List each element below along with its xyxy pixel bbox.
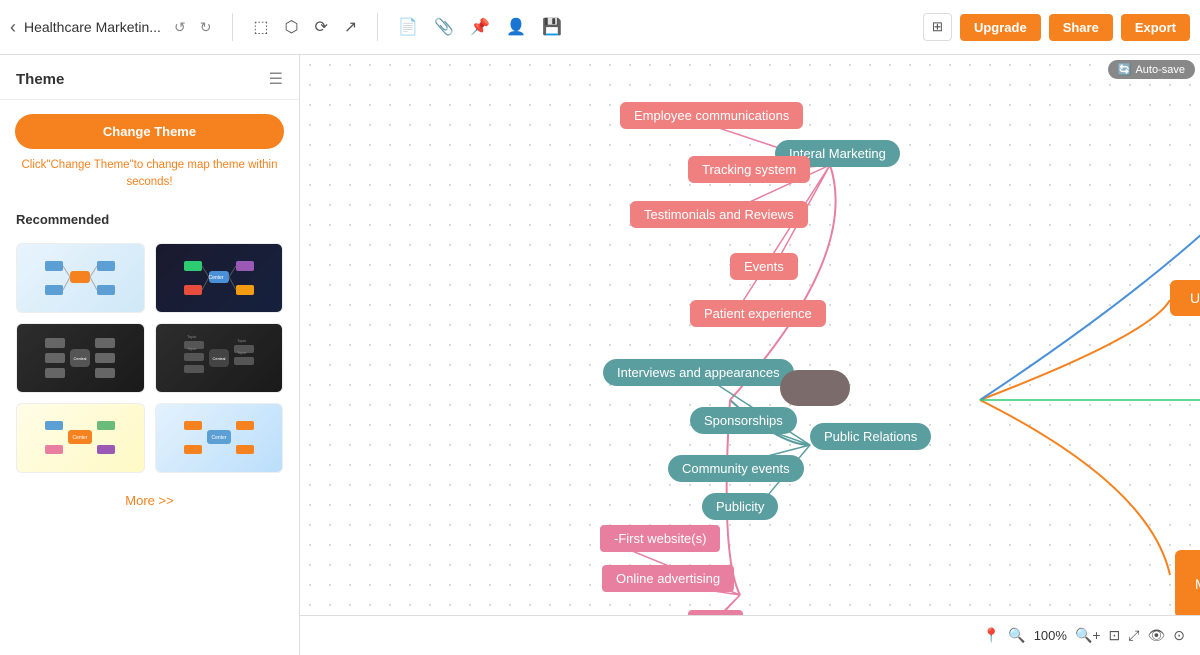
toolbar: ⬚ ⬡ ⟳ ↗ 📄 📎 📌 👤 💾 xyxy=(249,13,566,41)
interviews-node[interactable]: Interviews and appearances xyxy=(603,359,794,386)
export-button[interactable]: Export xyxy=(1121,14,1190,41)
save-tool[interactable]: 💾 xyxy=(538,13,566,41)
back-button[interactable]: ‹ xyxy=(10,17,16,38)
hint-rest: to change map theme within seconds! xyxy=(126,159,277,188)
svg-text:Center: Center xyxy=(73,435,88,441)
sidebar-title: Theme xyxy=(16,71,64,88)
theme-card-6[interactable]: Center xyxy=(155,403,284,473)
header-left: ‹ Healthcare Marketin... ↺ ↻ ⬚ ⬡ ⟳ ↗ 📄 📎… xyxy=(10,13,566,41)
fit-button[interactable]: ⊡ xyxy=(1109,627,1121,644)
public-relations-node[interactable]: Public Relations xyxy=(810,423,931,450)
connect-tool[interactable]: ⬡ xyxy=(281,13,303,41)
zoom-level: 100% xyxy=(1034,628,1067,643)
svg-text:Topic: Topic xyxy=(187,346,196,351)
zoom-out-button[interactable]: 🔍 xyxy=(1008,627,1025,644)
other-button[interactable]: ⊙ xyxy=(1173,627,1185,644)
undo-button[interactable]: ↺ xyxy=(169,17,191,38)
tracking-system-node[interactable]: Tracking system xyxy=(688,156,810,183)
header-right: ⊞ Upgrade Share Export xyxy=(923,13,1190,41)
fullscreen-button[interactable]: ⤢ xyxy=(1128,627,1139,644)
svg-text:Topic: Topic xyxy=(237,338,246,343)
sidebar-header: Theme ☰ xyxy=(0,55,299,100)
svg-text:Center: Center xyxy=(208,275,223,281)
online-adv-node[interactable]: Online advertising xyxy=(602,565,734,592)
center-node[interactable] xyxy=(780,370,850,406)
divider2 xyxy=(377,13,378,41)
upgrade-button[interactable]: Upgrade xyxy=(960,14,1041,41)
header: ‹ Healthcare Marketin... ↺ ↻ ⬚ ⬡ ⟳ ↗ 📄 📎… xyxy=(0,0,1200,55)
svg-text:Central: Central xyxy=(212,356,225,361)
theme-grid: Center Central Central xyxy=(0,235,299,481)
hint-text: Click xyxy=(22,159,47,171)
more-link[interactable]: More >> xyxy=(0,481,299,520)
people-tool[interactable]: 👤 xyxy=(502,13,530,41)
patient-exp-node[interactable]: Patient experience xyxy=(690,300,826,327)
divider xyxy=(232,13,233,41)
sponsorships-node[interactable]: Sponsorships xyxy=(690,407,797,434)
website-node[interactable]: -First website(s) xyxy=(600,525,720,552)
connections-svg xyxy=(300,55,1200,655)
change-theme-button[interactable]: Change Theme xyxy=(15,114,284,149)
theme-card-2[interactable]: Center xyxy=(155,243,284,313)
unique-brand-node[interactable]: Unique Brand xyxy=(1170,280,1200,316)
theme-card-3[interactable]: Central xyxy=(16,323,145,393)
employee-comms-node[interactable]: Employee communications xyxy=(620,102,803,129)
eye-button[interactable]: 👁 xyxy=(1147,627,1165,644)
svg-text:Topic: Topic xyxy=(237,350,246,355)
autosave-icon: 🔄 xyxy=(1118,63,1132,76)
autosave-label: Auto-save xyxy=(1135,64,1185,76)
zoom-pin-button[interactable]: 📍 xyxy=(983,627,1000,644)
bottom-bar: 📍 🔍 100% 🔍+ ⊡ ⤢ 👁 ⊙ xyxy=(300,615,1200,655)
events-node[interactable]: Events xyxy=(730,253,798,280)
arrow-tool[interactable]: ↗ xyxy=(340,13,361,41)
grid-button[interactable]: ⊞ xyxy=(923,13,952,41)
theme-card-5[interactable]: Center xyxy=(16,403,145,473)
svg-text:Center: Center xyxy=(211,435,226,441)
document-title: Healthcare Marketin... xyxy=(24,19,161,35)
autosave-badge: 🔄 Auto-save xyxy=(1108,60,1195,79)
text-tool[interactable]: 📄 xyxy=(394,13,422,41)
community-events-node[interactable]: Community events xyxy=(668,455,804,482)
testimonials-node[interactable]: Testimonials and Reviews xyxy=(630,201,808,228)
pin-tool[interactable]: 📌 xyxy=(466,13,494,41)
hint-link[interactable]: "Change Theme" xyxy=(46,159,133,171)
stratege-node[interactable]: StrategeMarketing Plan xyxy=(1175,550,1200,618)
redo-button[interactable]: ↻ xyxy=(195,17,217,38)
svg-text:Topic: Topic xyxy=(187,334,196,339)
theme-hint: Click"Change Theme"to change map theme w… xyxy=(0,157,299,204)
sidebar-collapse-button[interactable]: ☰ xyxy=(269,69,283,89)
recommended-label: Recommended xyxy=(0,204,299,235)
nav-arrows: ↺ ↻ xyxy=(169,17,216,38)
share-button[interactable]: Share xyxy=(1049,14,1113,41)
zoom-in-button[interactable]: 🔍+ xyxy=(1075,627,1101,644)
shape-tool[interactable]: ⟳ xyxy=(311,13,332,41)
canvas[interactable]: Interal Marketing Employee communication… xyxy=(300,55,1200,655)
publicity-node[interactable]: Publicity xyxy=(702,493,778,520)
sidebar: Theme ☰ Change Theme Click"Change Theme"… xyxy=(0,55,300,655)
svg-text:Central: Central xyxy=(74,356,87,361)
theme-card-4[interactable]: Central Topic Topic Topic Topic xyxy=(155,323,284,393)
attach-tool[interactable]: 📎 xyxy=(430,13,458,41)
select-tool[interactable]: ⬚ xyxy=(249,13,272,41)
theme-card-1[interactable] xyxy=(16,243,145,313)
